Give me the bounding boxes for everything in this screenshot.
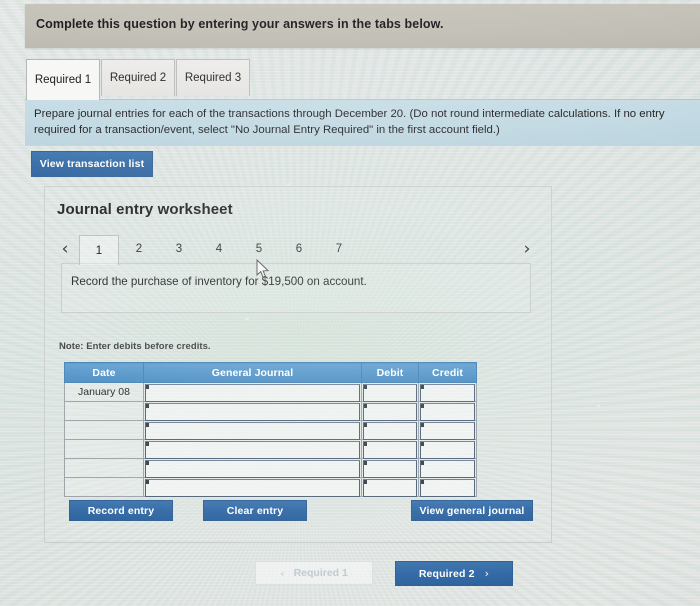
column-header-general-journal: General Journal bbox=[143, 362, 362, 383]
cell-account-4[interactable] bbox=[143, 439, 362, 459]
debit-input-3[interactable] bbox=[363, 422, 417, 440]
cell-credit-2[interactable] bbox=[418, 401, 477, 421]
worksheet-page-4[interactable]: 4 bbox=[199, 235, 239, 263]
debit-input-1[interactable] bbox=[363, 384, 417, 402]
cell-account-5[interactable] bbox=[143, 458, 362, 478]
previous-requirement-button[interactable]: ‹ Required 1 bbox=[255, 561, 373, 585]
clear-entry-label: Clear entry bbox=[226, 504, 284, 517]
cell-date-5[interactable] bbox=[64, 458, 144, 478]
chevron-right-icon: › bbox=[484, 567, 490, 580]
cell-date-2[interactable] bbox=[64, 401, 144, 421]
cell-account-1[interactable] bbox=[143, 382, 362, 402]
table-row bbox=[64, 477, 477, 497]
journal-entry-table: Date General Journal Debit Credit Januar… bbox=[64, 362, 477, 497]
credit-input-4[interactable] bbox=[420, 441, 475, 459]
cell-credit-5[interactable] bbox=[418, 458, 477, 478]
account-select-4[interactable] bbox=[145, 441, 360, 459]
cell-credit-4[interactable] bbox=[418, 439, 477, 459]
cell-debit-1[interactable] bbox=[361, 382, 419, 402]
worksheet-page-1[interactable]: 1 bbox=[79, 235, 119, 265]
cell-debit-5[interactable] bbox=[361, 458, 419, 478]
cell-credit-1[interactable] bbox=[418, 382, 477, 402]
tab-required-1[interactable]: Required 1 bbox=[26, 59, 100, 100]
debit-input-5[interactable] bbox=[363, 460, 417, 478]
next-requirement-label: Required 2 bbox=[418, 567, 475, 580]
cell-debit-3[interactable] bbox=[361, 420, 419, 440]
instructions-text: Prepare journal entries for each of the … bbox=[34, 108, 665, 136]
worksheet-pager: ‹ 1 2 3 4 5 6 7 › bbox=[53, 235, 545, 265]
tab-required-3-label: Required 3 bbox=[184, 72, 242, 84]
tab-required-1-label: Required 1 bbox=[34, 74, 92, 86]
instructions-panel: Prepare journal entries for each of the … bbox=[25, 99, 700, 146]
debit-input-6[interactable] bbox=[363, 479, 417, 497]
debit-input-4[interactable] bbox=[363, 441, 417, 459]
table-row bbox=[64, 401, 477, 421]
cell-credit-3[interactable] bbox=[418, 420, 477, 440]
credit-input-2[interactable] bbox=[420, 403, 475, 421]
account-select-6[interactable] bbox=[145, 479, 360, 497]
cell-account-6[interactable] bbox=[143, 477, 362, 497]
tab-required-2-label: Required 2 bbox=[109, 72, 167, 84]
debit-input-2[interactable] bbox=[363, 403, 417, 421]
cell-debit-2[interactable] bbox=[361, 401, 419, 421]
table-row bbox=[64, 439, 477, 459]
view-transaction-list-label: View transaction list bbox=[39, 158, 145, 170]
transaction-description-box: Record the purchase of inventory for $19… bbox=[61, 263, 531, 313]
question-banner-text: Complete this question by entering your … bbox=[36, 17, 444, 31]
requirement-tabs: Required 1 Required 2 Required 3 bbox=[26, 59, 700, 100]
worksheet-page-6[interactable]: 6 bbox=[279, 235, 319, 263]
account-select-2[interactable] bbox=[145, 403, 360, 421]
chevron-left-icon: ‹ bbox=[280, 566, 285, 580]
question-banner: Complete this question by entering your … bbox=[25, 4, 700, 48]
previous-requirement-label: Required 1 bbox=[293, 567, 348, 579]
column-header-credit: Credit bbox=[418, 362, 477, 383]
cell-credit-6[interactable] bbox=[418, 477, 477, 497]
journal-entry-worksheet-panel: Journal entry worksheet ‹ 1 2 3 4 5 6 7 … bbox=[44, 186, 552, 543]
cell-debit-6[interactable] bbox=[361, 477, 419, 497]
view-general-journal-label: View general journal bbox=[419, 504, 525, 517]
table-row bbox=[64, 458, 477, 478]
clear-entry-button[interactable]: Clear entry bbox=[203, 500, 307, 521]
cell-debit-4[interactable] bbox=[361, 439, 419, 459]
worksheet-page-7[interactable]: 7 bbox=[319, 235, 359, 263]
requirement-navigation: ‹ Required 1 Required 2 › bbox=[255, 561, 545, 587]
table-header-row: Date General Journal Debit Credit bbox=[64, 362, 477, 383]
credit-input-1[interactable] bbox=[420, 384, 475, 402]
chevron-right-icon[interactable]: › bbox=[517, 237, 537, 261]
view-transaction-list-button[interactable]: View transaction list bbox=[31, 151, 153, 177]
cell-account-3[interactable] bbox=[143, 420, 362, 440]
table-row bbox=[64, 420, 477, 440]
cell-date-4[interactable] bbox=[64, 439, 144, 459]
tab-required-2[interactable]: Required 2 bbox=[101, 59, 175, 96]
cell-date-3[interactable] bbox=[64, 420, 144, 440]
worksheet-page-3[interactable]: 3 bbox=[159, 235, 199, 263]
column-header-debit: Debit bbox=[361, 362, 419, 383]
credit-input-6[interactable] bbox=[420, 479, 475, 497]
credit-input-5[interactable] bbox=[420, 460, 475, 478]
record-entry-button[interactable]: Record entry bbox=[69, 500, 173, 521]
cell-date-6[interactable] bbox=[64, 477, 144, 497]
tab-required-3[interactable]: Required 3 bbox=[176, 59, 250, 96]
column-header-date: Date bbox=[64, 362, 144, 383]
table-row: January 08 bbox=[64, 382, 477, 402]
account-select-3[interactable] bbox=[145, 422, 360, 440]
view-general-journal-button[interactable]: View general journal bbox=[411, 500, 533, 521]
worksheet-title: Journal entry worksheet bbox=[57, 201, 233, 218]
debits-before-credits-note: Note: Enter debits before credits. bbox=[59, 341, 211, 352]
transaction-description-text: Record the purchase of inventory for $19… bbox=[71, 275, 367, 288]
cell-date-1[interactable]: January 08 bbox=[64, 382, 144, 402]
worksheet-page-2[interactable]: 2 bbox=[119, 235, 159, 263]
cell-account-2[interactable] bbox=[143, 401, 362, 421]
account-select-5[interactable] bbox=[145, 460, 360, 478]
record-entry-label: Record entry bbox=[87, 504, 155, 517]
account-select-1[interactable] bbox=[145, 384, 360, 402]
worksheet-page-5[interactable]: 5 bbox=[239, 235, 279, 263]
credit-input-3[interactable] bbox=[420, 422, 475, 440]
chevron-left-icon[interactable]: ‹ bbox=[55, 237, 75, 261]
next-requirement-button[interactable]: Required 2 › bbox=[395, 561, 513, 586]
